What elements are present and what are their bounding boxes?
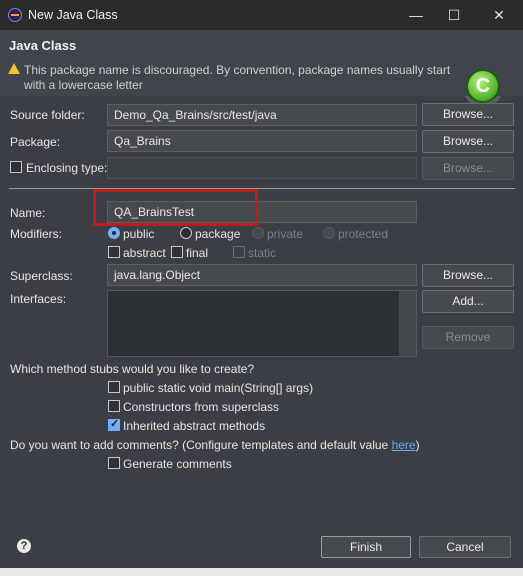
public-radio[interactable] — [108, 227, 120, 239]
superclass-input[interactable]: java.lang.Object — [107, 264, 417, 286]
enclosing-type-checkbox[interactable] — [10, 161, 22, 173]
close-icon[interactable]: ✕ — [487, 5, 511, 25]
modifiers-label: Modifiers: — [10, 227, 63, 241]
abstract-checkbox[interactable] — [108, 246, 120, 258]
main-method-label: public static void main(String[] args) — [123, 381, 314, 395]
java-class-icon: C — [462, 65, 504, 107]
background-strip — [0, 568, 523, 576]
package-input[interactable]: Qa_Brains — [107, 130, 417, 152]
abstract-checkbox-label: abstract — [123, 246, 166, 260]
generate-comments-label: Generate comments — [123, 457, 232, 471]
add-interface-button[interactable]: Add... — [422, 290, 514, 313]
annotation-highlight-box — [93, 189, 258, 226]
package-browse-button[interactable]: Browse... — [422, 130, 514, 153]
eclipse-app-icon — [8, 8, 22, 22]
package-label: Package: — [10, 135, 61, 149]
maximize-icon[interactable]: ☐ — [442, 5, 466, 25]
inherited-methods-checkbox[interactable] — [108, 417, 120, 431]
comments-question-end: ) — [415, 438, 420, 452]
final-checkbox-label: final — [186, 246, 209, 260]
enclosing-type-browse-button: Browse... — [422, 157, 514, 180]
constructors-label: Constructors from superclass — [123, 400, 280, 414]
wizard-header: Java Class This package name is discoura… — [0, 30, 523, 107]
configure-templates-link[interactable]: here — [392, 438, 416, 452]
comments-question: Do you want to add comments? (Configure … — [10, 438, 420, 452]
inherited-methods-label: Inherited abstract methods — [123, 419, 266, 433]
superclass-browse-button[interactable]: Browse... — [422, 264, 514, 287]
warning-message: This package name is discouraged. By con… — [24, 63, 451, 92]
enclosing-type-label: Enclosing type: — [26, 161, 108, 175]
interfaces-label: Interfaces: — [10, 292, 67, 306]
package-radio[interactable] — [180, 227, 192, 239]
protected-radio-label: protected — [338, 227, 389, 241]
package-radio-label: package — [195, 227, 241, 241]
page-title: Java Class — [9, 38, 77, 53]
name-label: Name: — [10, 206, 46, 220]
constructors-checkbox[interactable] — [108, 400, 120, 412]
warning-icon — [8, 63, 20, 74]
interfaces-scrollbar[interactable] — [399, 291, 416, 356]
separator — [9, 188, 515, 189]
superclass-label: Superclass: — [10, 269, 73, 283]
finish-button[interactable]: Finish — [321, 536, 411, 558]
source-folder-browse-button[interactable]: Browse... — [422, 103, 514, 126]
interfaces-list[interactable] — [107, 290, 417, 357]
public-radio-label: public — [123, 227, 155, 241]
static-checkbox — [233, 246, 245, 258]
protected-radio — [323, 227, 335, 239]
cancel-button[interactable]: Cancel — [419, 536, 511, 558]
comments-question-text: Do you want to add comments? (Configure … — [10, 438, 392, 452]
private-radio-label: private — [267, 227, 304, 241]
main-method-checkbox[interactable] — [108, 381, 120, 393]
remove-interface-button: Remove — [422, 326, 514, 349]
source-folder-input[interactable]: Demo_Qa_Brains/src/test/java — [107, 104, 417, 126]
minimize-icon[interactable]: — — [404, 5, 428, 25]
enclosing-type-input — [107, 157, 417, 179]
source-folder-label: Source folder: — [10, 108, 85, 122]
final-checkbox[interactable] — [171, 246, 183, 258]
help-icon[interactable]: ? — [17, 539, 31, 553]
method-stubs-question: Which method stubs would you like to cre… — [10, 362, 255, 376]
window-title: New Java Class — [28, 8, 118, 22]
generate-comments-checkbox[interactable] — [108, 457, 120, 469]
private-radio — [252, 227, 264, 239]
title-bar: New Java Class — ☐ ✕ — [0, 0, 523, 30]
static-checkbox-label: static — [248, 246, 277, 260]
